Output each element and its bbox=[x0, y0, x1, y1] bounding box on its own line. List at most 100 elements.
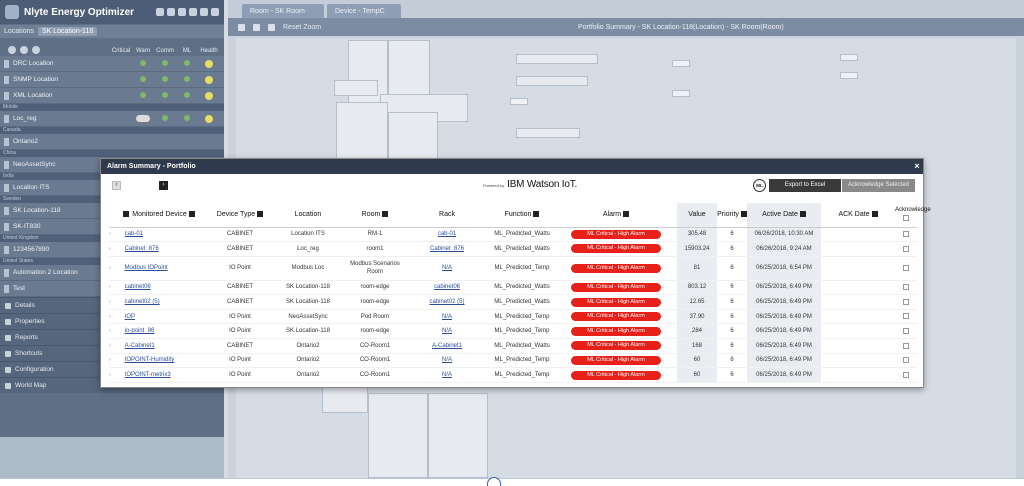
device-link[interactable]: cabinet02 (5) bbox=[125, 299, 160, 305]
refresh-icon[interactable] bbox=[156, 8, 164, 16]
col-priority[interactable]: Priority bbox=[717, 203, 747, 228]
col-rack[interactable]: Rack bbox=[405, 203, 489, 228]
back-icon[interactable] bbox=[167, 8, 175, 16]
export-to-excel-button[interactable]: Export to Excel bbox=[769, 179, 841, 192]
device-link[interactable]: Cabinet_876 bbox=[125, 246, 159, 252]
location-selected[interactable]: SK Location-118 bbox=[37, 27, 98, 36]
acknowledge-checkbox[interactable] bbox=[903, 342, 909, 349]
col-ack-date[interactable]: ACK Date bbox=[821, 203, 895, 228]
filter-icon[interactable] bbox=[623, 211, 630, 218]
acknowledge-checkbox[interactable] bbox=[903, 298, 909, 305]
device-link[interactable]: cab-01 bbox=[125, 231, 143, 237]
prev-page-icon[interactable]: ‹ bbox=[112, 181, 121, 190]
print-icon[interactable] bbox=[200, 8, 208, 16]
sidebar-item-xml[interactable]: XML Location bbox=[0, 88, 224, 104]
reset-zoom-button[interactable]: Reset Zoom bbox=[283, 24, 321, 31]
col-location[interactable]: Location bbox=[271, 203, 345, 228]
filter-icon[interactable] bbox=[740, 211, 747, 218]
col-active-date[interactable]: Active Date bbox=[747, 203, 821, 228]
acknowledge-checkbox[interactable] bbox=[903, 245, 909, 252]
acknowledge-checkbox[interactable] bbox=[903, 231, 909, 237]
expand-arrow-icon[interactable]: › bbox=[109, 265, 111, 271]
rack-link[interactable]: N/A bbox=[442, 328, 452, 334]
table-row[interactable]: › Cabinet_876 CABINET Loc_reg room1 Cabinet_8… bbox=[109, 241, 917, 257]
rack-link[interactable]: cab-01 bbox=[438, 231, 456, 237]
expand-arrow-icon[interactable]: › bbox=[109, 246, 111, 252]
rack-link[interactable]: Cabinet_876 bbox=[430, 246, 464, 252]
table-row[interactable]: › cabinet02 (5) CABINET SK Location-118 room… bbox=[109, 294, 917, 310]
filter-icon[interactable] bbox=[533, 211, 540, 218]
sidebar-item-snmp[interactable]: SNMP Location bbox=[0, 72, 224, 88]
col-alarm[interactable]: Alarm bbox=[555, 203, 677, 228]
rack-link[interactable]: N/A bbox=[442, 314, 452, 320]
device-link[interactable]: IOP bbox=[125, 314, 135, 320]
rack-link[interactable]: N/A bbox=[442, 357, 452, 363]
next-page-icon[interactable]: › bbox=[159, 181, 168, 190]
device-link[interactable]: IOPOINT-Humidity bbox=[125, 357, 175, 363]
col-device-type[interactable]: Device Type bbox=[209, 203, 271, 228]
select-all-checkbox[interactable] bbox=[903, 215, 909, 222]
tab-device[interactable]: Device - TempC bbox=[327, 4, 401, 18]
rack-link[interactable]: N/A bbox=[442, 265, 452, 271]
edit-icon[interactable] bbox=[8, 46, 16, 54]
acknowledge-selected-button[interactable]: Acknowledge Selected bbox=[842, 179, 915, 192]
location-selector[interactable]: Locations SK Location-118 bbox=[0, 25, 224, 38]
filter-icon[interactable] bbox=[257, 211, 264, 218]
rack-link[interactable]: cabinet06 bbox=[434, 284, 460, 290]
table-row[interactable]: › IOP IO Point NeoAssetSync Pod Room N/A ML_Pr… bbox=[109, 309, 917, 325]
expand-arrow-icon[interactable]: › bbox=[109, 314, 111, 320]
scroll-knob[interactable] bbox=[487, 477, 501, 486]
table-row[interactable]: › IOPOINT-metrix3 IO Point Ontario2 CO-Room1… bbox=[109, 367, 917, 383]
tab-room[interactable]: Room - SK Room bbox=[242, 4, 324, 18]
acknowledge-checkbox[interactable] bbox=[903, 284, 909, 291]
bottom-scroll-bar[interactable] bbox=[0, 477, 1024, 486]
ml-icon[interactable] bbox=[32, 46, 40, 54]
device-link[interactable]: IOPOINT-metrix3 bbox=[125, 372, 171, 378]
expand-arrow-icon[interactable]: › bbox=[109, 231, 111, 237]
user-icon[interactable] bbox=[20, 46, 28, 54]
sidebar-item-ontario2[interactable]: Ontario2 bbox=[0, 134, 224, 150]
filter-icon[interactable] bbox=[188, 211, 195, 218]
rack-link[interactable]: N/A bbox=[442, 372, 452, 378]
table-row[interactable]: › cab-01 CABINET Location ITS RM-1 cab-01 ML_P… bbox=[109, 227, 917, 243]
device-link[interactable]: Modbus IOPoint bbox=[125, 265, 168, 271]
device-link[interactable]: io-point_86 bbox=[125, 328, 155, 334]
alarm-icon[interactable] bbox=[189, 8, 197, 16]
acknowledge-checkbox[interactable] bbox=[903, 371, 909, 378]
table-row[interactable]: › IOPOINT-Humidity IO Point Ontario2 CO-Room… bbox=[109, 353, 917, 369]
col-function[interactable]: Function bbox=[489, 203, 555, 228]
expand-arrow-icon[interactable]: › bbox=[109, 343, 111, 349]
filter-icon[interactable] bbox=[382, 211, 389, 218]
expand-arrow-icon[interactable]: › bbox=[109, 372, 111, 378]
table-row[interactable]: › Modbus IOPoint IO Point Modbus Loc Modbus … bbox=[109, 256, 917, 281]
filter-icon[interactable] bbox=[871, 211, 878, 218]
binoculars-icon[interactable] bbox=[268, 23, 275, 31]
filter-icon[interactable] bbox=[253, 23, 260, 31]
world-map[interactable] bbox=[0, 437, 224, 478]
col-value[interactable]: Value bbox=[677, 203, 717, 228]
acknowledge-checkbox[interactable] bbox=[903, 327, 909, 334]
sidebar-item-drc[interactable]: DRC Location bbox=[0, 56, 224, 72]
table-row[interactable]: › cabinet06 CABINET SK Location-118 room-edg… bbox=[109, 280, 917, 296]
acknowledge-checkbox[interactable] bbox=[903, 264, 909, 271]
acknowledge-checkbox[interactable] bbox=[903, 357, 909, 364]
expand-arrow-icon[interactable]: › bbox=[109, 284, 111, 290]
device-link[interactable]: cabinet06 bbox=[125, 284, 151, 290]
expand-arrow-icon[interactable]: › bbox=[109, 357, 111, 363]
rack-link[interactable]: cabinet02 (5) bbox=[429, 299, 464, 305]
rack-link[interactable]: A-Cabinet1 bbox=[432, 343, 462, 349]
edit-icon[interactable] bbox=[238, 23, 245, 31]
expand-arrow-icon[interactable]: › bbox=[109, 328, 111, 334]
filter-icon[interactable] bbox=[123, 211, 130, 218]
col-acknowledge[interactable]: Acknowledge bbox=[895, 203, 931, 228]
home-icon[interactable] bbox=[178, 8, 186, 16]
help-icon[interactable] bbox=[211, 8, 219, 16]
table-row[interactable]: › io-point_86 IO Point SK Location-118 room-… bbox=[109, 323, 917, 340]
table-row[interactable]: › A-Cabinet1 CABINET Ontario2 CO-Room1 A-Cabi… bbox=[109, 338, 917, 354]
device-link[interactable]: A-Cabinet1 bbox=[125, 343, 155, 349]
filter-icon[interactable] bbox=[799, 211, 806, 218]
acknowledge-checkbox[interactable] bbox=[903, 313, 909, 320]
close-icon[interactable]: × bbox=[911, 159, 923, 174]
col-monitored-device[interactable]: Monitored Device bbox=[109, 203, 209, 228]
col-room[interactable]: Room bbox=[345, 203, 405, 228]
